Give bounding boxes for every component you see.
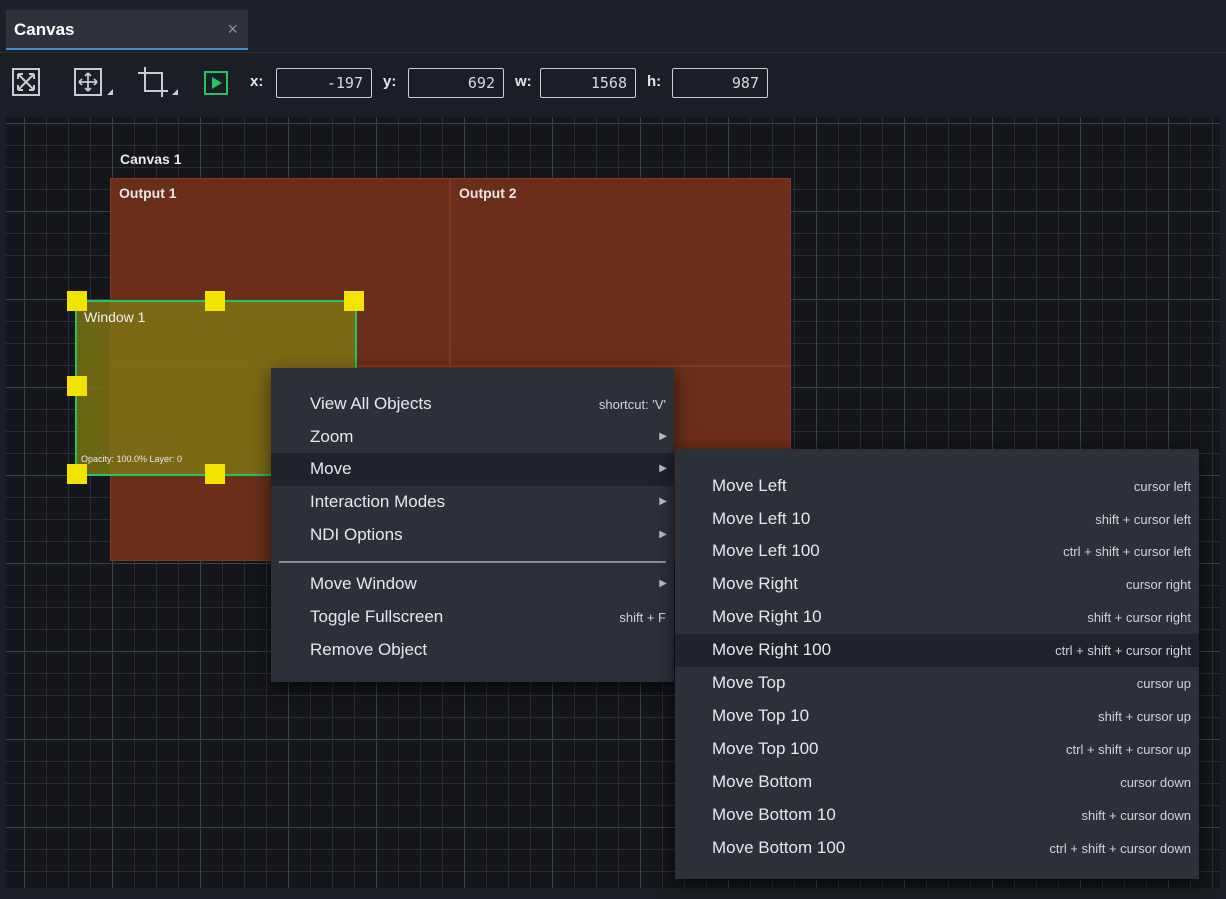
canvas-label: Canvas 1 (120, 151, 182, 167)
resize-handle-top[interactable] (205, 291, 225, 311)
menu-item-label: Move Left 100 (712, 541, 820, 560)
menu-item-shortcut: shift + cursor right (1087, 610, 1191, 625)
submenu-arrow-icon: ▶ (659, 529, 667, 540)
menu-item-shortcut: cursor right (1125, 577, 1191, 592)
menu-item-shortcut: cursor down (1120, 775, 1191, 790)
resize-handle-top-right[interactable] (344, 291, 364, 311)
submenu-item-move-top-100[interactable]: Move Top 100 ctrl + shift + cursor up (675, 733, 1199, 766)
tab-canvas[interactable]: Canvas × (6, 10, 248, 50)
crop-tool-icon[interactable] (138, 67, 178, 97)
h-field[interactable]: 987 (672, 68, 768, 98)
resize-handle-bottom-left[interactable] (67, 464, 87, 484)
submenu-item-move-bottom-100[interactable]: Move Bottom 100 ctrl + shift + cursor do… (675, 832, 1199, 865)
tab-title: Canvas (14, 20, 75, 39)
menu-item-label: Zoom (310, 427, 354, 446)
menu-item-shortcut: ctrl + shift + cursor down (1049, 841, 1191, 856)
output-1-label: Output 1 (119, 185, 177, 201)
submenu-arrow-icon: ▶ (659, 496, 667, 507)
menu-item-label: Move Bottom 10 (712, 805, 836, 824)
menu-item-shortcut: shift + cursor down (1081, 808, 1191, 823)
menu-item-label: Toggle Fullscreen (310, 607, 444, 626)
submenu-arrow-icon: ▶ (659, 463, 667, 474)
play-icon[interactable] (204, 71, 234, 101)
resize-handle-left[interactable] (67, 376, 87, 396)
menu-item-shortcut: ctrl + shift + cursor right (1055, 643, 1191, 658)
y-field[interactable]: 692 (408, 68, 504, 98)
fit-view-icon[interactable] (11, 67, 41, 97)
output-2-label: Output 2 (459, 185, 517, 201)
menu-item-label: Move Right (712, 574, 798, 593)
menu-item-label: Move Right 100 (712, 640, 832, 659)
output-2[interactable]: Output 2 (450, 178, 791, 366)
menu-item-toggle-fullscreen[interactable]: Toggle Fullscreen shift + F (271, 601, 674, 634)
move-submenu: Move Left cursor left Move Left 10 shift… (675, 449, 1199, 879)
menu-item-shortcut: shift + cursor up (1098, 709, 1191, 724)
menu-item-zoom[interactable]: Zoom ▶ (271, 421, 674, 454)
submenu-item-move-left-10[interactable]: Move Left 10 shift + cursor left (675, 503, 1199, 536)
menu-item-label: Move (310, 459, 352, 478)
menu-item-label: View All Objects (310, 394, 432, 413)
submenu-item-move-left-100[interactable]: Move Left 100 ctrl + shift + cursor left (675, 535, 1199, 568)
status-strip (0, 888, 1226, 899)
submenu-item-move-top[interactable]: Move Top cursor up (675, 667, 1199, 700)
menu-item-shortcut: ctrl + shift + cursor up (1066, 742, 1191, 757)
menu-item-move-window[interactable]: Move Window ▶ (271, 568, 674, 601)
menu-item-label: Move Bottom 100 (712, 838, 846, 857)
menu-item-remove-object[interactable]: Remove Object (271, 634, 674, 667)
submenu-item-move-bottom-10[interactable]: Move Bottom 10 shift + cursor down (675, 799, 1199, 832)
y-label: y: (383, 73, 397, 90)
submenu-item-move-top-10[interactable]: Move Top 10 shift + cursor up (675, 700, 1199, 733)
window-meta: Opacity: 100.0% Layer: 0 (81, 454, 183, 464)
menu-item-label: Move Left 10 (712, 509, 811, 528)
menu-item-move[interactable]: Move ▶ (271, 453, 674, 486)
move-tool-icon[interactable] (73, 67, 113, 97)
menu-item-label: Remove Object (310, 640, 428, 659)
menu-item-shortcut: cursor up (1136, 676, 1191, 691)
resize-handle-top-left[interactable] (67, 291, 87, 311)
x-field[interactable]: -197 (276, 68, 372, 98)
submenu-item-move-bottom[interactable]: Move Bottom cursor down (675, 766, 1199, 799)
menu-item-shortcut: shortcut: 'V' (598, 397, 666, 412)
menu-item-label: NDI Options (310, 525, 403, 544)
h-label: h: (647, 73, 662, 90)
x-label: x: (250, 73, 264, 90)
submenu-item-move-left[interactable]: Move Left cursor left (675, 470, 1199, 503)
menu-item-view-all-objects[interactable]: View All Objects shortcut: 'V' (271, 388, 674, 421)
menu-item-shortcut: cursor left (1133, 479, 1191, 494)
menu-item-label: Move Right 10 (712, 607, 822, 626)
submenu-arrow-icon: ▶ (659, 578, 667, 589)
submenu-item-move-right[interactable]: Move Right cursor right (675, 568, 1199, 601)
menu-separator (279, 561, 666, 563)
menu-item-ndi-options[interactable]: NDI Options ▶ (271, 519, 674, 552)
w-field[interactable]: 1568 (540, 68, 636, 98)
toolbar: x: -197 y: 692 w: 1568 h: 987 (0, 53, 1226, 117)
menu-item-shortcut: shift + cursor left (1095, 512, 1191, 527)
submenu-arrow-icon: ▶ (659, 431, 667, 442)
submenu-item-move-right-10[interactable]: Move Right 10 shift + cursor right (675, 601, 1199, 634)
menu-item-label: Move Window (310, 574, 417, 593)
submenu-item-move-right-100[interactable]: Move Right 100 ctrl + shift + cursor rig… (675, 634, 1199, 667)
window-title: Window 1 (84, 309, 146, 325)
menu-item-shortcut: ctrl + shift + cursor left (1063, 544, 1191, 559)
menu-item-label: Interaction Modes (310, 492, 446, 511)
close-icon[interactable]: × (227, 19, 238, 40)
menu-item-label: Move Top (712, 673, 786, 692)
resize-handle-bottom[interactable] (205, 464, 225, 484)
tab-bar: Canvas × (0, 0, 1226, 53)
menu-item-label: Move Top 100 (712, 739, 819, 758)
menu-item-interaction-modes[interactable]: Interaction Modes ▶ (271, 486, 674, 519)
context-menu: View All Objects shortcut: 'V' Zoom ▶ Mo… (271, 368, 674, 682)
menu-item-label: Move Left (712, 476, 787, 495)
menu-item-label: Move Bottom (712, 772, 813, 791)
menu-item-label: Move Top 10 (712, 706, 810, 725)
w-label: w: (515, 73, 532, 90)
menu-item-shortcut: shift + F (619, 610, 666, 625)
